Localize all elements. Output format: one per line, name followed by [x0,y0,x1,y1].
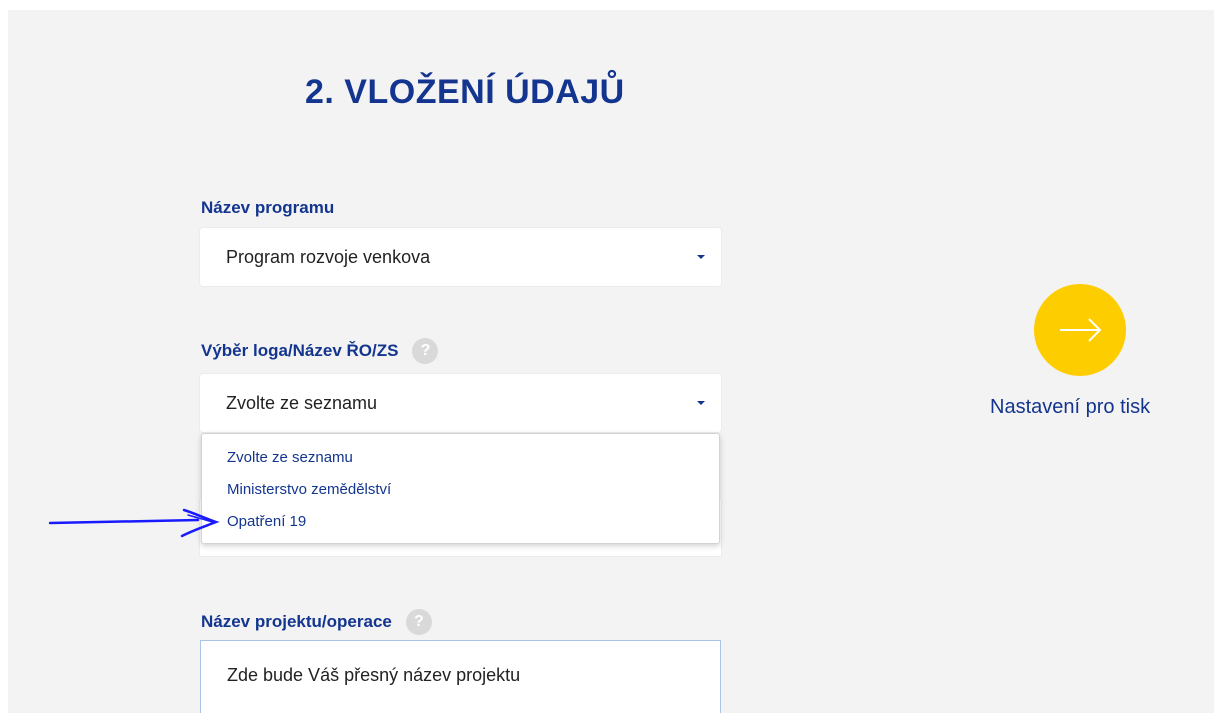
next-step-label[interactable]: Nastavení pro tisk [990,396,1150,419]
next-step-button[interactable] [1034,284,1126,376]
logo-dropdown-list: Zvolte ze seznamu Ministerstvo zemědělst… [201,433,720,544]
logo-label-text: Výběr loga/Název ŘO/ZS [201,341,399,360]
page-title: 2. VLOŽENÍ ÚDAJŮ [305,73,625,111]
dropdown-option[interactable]: Opatření 19 [227,513,306,530]
project-label-text: Název projektu/operace [201,612,392,631]
logo-select-value: Zvolte ze seznamu [226,392,378,413]
project-name-value: Zde bude Váš přesný název projektu [227,665,521,685]
program-label: Název programu [201,198,334,218]
logo-select[interactable]: Zvolte ze seznamu [200,374,721,432]
program-label-text: Název programu [201,198,335,217]
dropdown-option[interactable]: Ministerstvo zemědělství [227,481,391,498]
help-icon[interactable]: ? [405,609,432,635]
chevron-down-icon [697,255,705,259]
program-select[interactable]: Program rozvoje venkova [200,228,721,286]
program-select-value: Program rozvoje venkova [226,246,431,267]
project-label: Název projektu/operace ? [201,609,432,635]
help-icon[interactable]: ? [412,338,439,364]
chevron-down-icon [697,401,705,405]
arrow-right-icon [1060,318,1102,342]
dropdown-option[interactable]: Zvolte ze seznamu [227,449,353,466]
logo-label: Výběr loga/Název ŘO/ZS ? [201,338,439,364]
annotation-arrow-icon [48,508,220,538]
project-name-input[interactable]: Zde bude Váš přesný název projektu [200,640,721,713]
